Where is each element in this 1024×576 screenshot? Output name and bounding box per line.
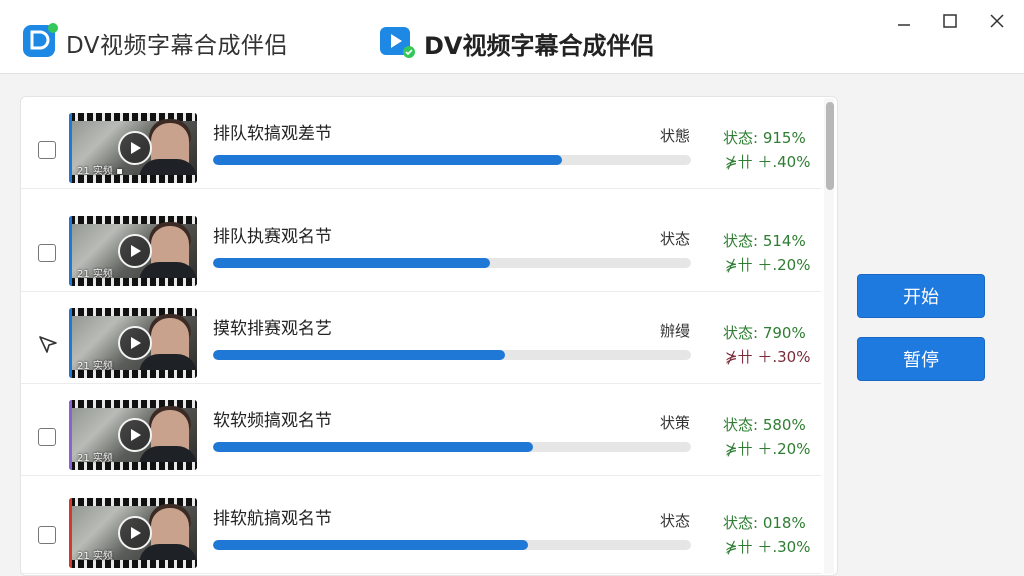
task-progress-fill [213,540,528,550]
task-status-value: 状态: 018% [723,514,806,532]
task-progress-bar [213,258,691,268]
task-checkbox[interactable] [38,141,56,159]
maximize-button[interactable] [937,8,963,34]
task-speed-value: ⋡卄 ＋.40% [725,153,811,171]
play-icon[interactable] [118,418,152,452]
video-thumbnail[interactable]: 21 实频 [69,400,197,470]
video-thumbnail[interactable]: 21 实频 [69,216,197,286]
task-progress-fill [213,350,505,360]
task-progress-fill [213,442,533,452]
play-triangle-icon [131,337,141,349]
task-name: 软软频搞观名节 [213,411,332,431]
thumbnail-accent [69,400,72,470]
play-icon[interactable] [118,131,152,165]
task-progress-fill [213,155,562,165]
close-icon [990,14,1004,28]
task-status-label: 状策 [660,414,691,432]
task-status-label: 状態 [660,127,691,145]
task-name: 排软航搞观名节 [213,509,332,529]
task-progress-bar [213,540,691,550]
task-status-label: 状态 [660,512,691,530]
maximize-icon [943,14,957,28]
video-thumbnail[interactable]: 21 实频 [69,498,197,568]
task-status-label: 辦缦 [660,322,691,340]
task-status-value: 状态: 514% [723,232,806,250]
thumbnail-accent [69,498,72,568]
task-speed-value: ⋡卄 ＋.20% [725,440,811,458]
task-name: 摸软排赛观名艺 [213,319,332,339]
task-status-label: 状态 [660,230,691,248]
task-progress-fill [213,258,490,268]
task-row[interactable]: 21 实频 软软频搞观名节 状策 状态: 580% ⋡卄 ＋.20% [21,384,821,476]
play-triangle-icon [131,142,141,154]
title-bar: DV视频字幕合成伴侣 DV视频字幕合成伴侣 [0,0,1024,74]
thumbnail-caption: 21 实频 [77,551,113,562]
video-thumbnail[interactable]: 21 实频 [69,308,197,378]
task-status-value: 状态: 915% [723,129,806,147]
play-triangle-icon [131,245,141,257]
thumbnail-caption: 21 实频 [77,269,113,280]
thumbnail-caption: 21 实频 [77,453,113,464]
app-logo-icon [23,23,58,57]
task-row[interactable]: 21 实频 排队执赛观名节 状态 状态: 514% ⋡卄 ＋.20% [21,200,821,292]
play-triangle-icon [131,429,141,441]
thumbnail-accent [69,308,72,378]
center-title: DV视频字幕合成伴侣 [424,32,655,60]
scrollbar-thumb[interactable] [826,102,834,190]
video-logo-icon [380,27,415,58]
thumbnail-accent [69,113,72,183]
close-button[interactable] [984,8,1010,34]
task-speed-value: ⋡卄 ＋.20% [725,256,811,274]
play-triangle-icon [131,527,141,539]
task-name: 排队执赛观名节 [213,227,332,247]
checked-checkbox-icon[interactable] [37,334,59,356]
minimize-button[interactable] [891,8,917,34]
video-thumbnail[interactable]: 21 实频 ▪ [69,113,197,183]
pause-button[interactable]: 暂停 [857,337,985,381]
task-name: 排队软搞观差节 [213,124,332,144]
task-status-value: 状态: 790% [723,324,806,342]
task-row[interactable]: 21 实频 摸软排赛观名艺 辦缦 状态: 790% ⋡卄 ＋.30% [21,292,821,384]
task-status-value: 状态: 580% [723,416,806,434]
task-row[interactable]: 21 实频 排软航搞观名节 状态 状态: 018% ⋡卄 ＋.30% [21,482,821,574]
play-icon[interactable] [118,234,152,268]
task-checkbox[interactable] [38,526,56,544]
task-checkbox[interactable] [38,244,56,262]
thumbnail-accent [69,216,72,286]
app-title: DV视频字幕合成伴侣 [66,33,289,59]
task-speed-value: ⋡卄 ＋.30% [725,348,811,366]
play-icon[interactable] [118,326,152,360]
task-progress-bar [213,442,691,452]
thumbnail-caption: 21 实频 ▪ [77,166,123,177]
task-progress-bar [213,350,691,360]
task-speed-value: ⋡卄 ＋.30% [725,538,811,556]
play-icon[interactable] [118,516,152,550]
list-scrollbar[interactable] [824,98,834,574]
minimize-icon [898,24,910,26]
task-progress-bar [213,155,691,165]
task-row[interactable]: 21 实频 ▪ 排队软搞观差节 状態 状态: 915% ⋡卄 ＋.40% [21,97,821,189]
thumbnail-caption: 21 实频 [77,361,113,372]
start-button[interactable]: 开始 [857,274,985,318]
task-checkbox[interactable] [38,428,56,446]
task-list: 21 实频 ▪ 排队软搞观差节 状態 状态: 915% ⋡卄 ＋.40% 21 实频 排队执… [20,96,838,576]
